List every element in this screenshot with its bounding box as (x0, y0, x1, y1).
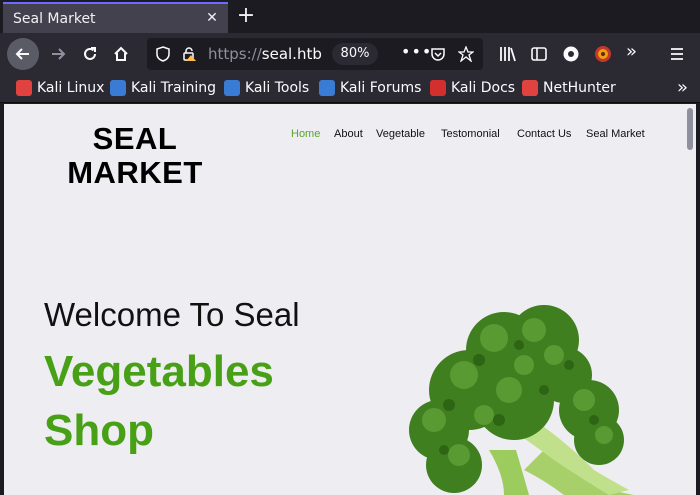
insecure-lock-icon[interactable] (181, 46, 197, 62)
kali-forums-icon (319, 80, 335, 96)
nav-about[interactable]: About (334, 128, 363, 140)
hero-title-line-2: Shop (44, 406, 154, 455)
bookmark-star-icon[interactable] (458, 46, 474, 62)
bookmark-label: Kali Forums (340, 80, 422, 96)
bookmark-kali-docs[interactable]: Kali Docs (430, 80, 515, 96)
hero-title-line-1: Vegetables (44, 347, 274, 396)
extension-icon[interactable] (594, 45, 612, 63)
bookmark-kali-forums[interactable]: Kali Forums (319, 80, 421, 96)
bookmark-label: Kali Tools (245, 80, 310, 96)
web-page: SEAL MARKET Home About Vegetable Testomo… (4, 104, 685, 495)
kali-docs-icon (430, 80, 446, 96)
forward-button[interactable] (42, 38, 74, 70)
bookmark-nethunter[interactable]: NetHunter (522, 80, 616, 96)
home-button[interactable] (105, 38, 137, 70)
bookmark-label: NetHunter (543, 80, 616, 96)
bookmark-label: Kali Docs (451, 80, 516, 96)
back-arrow-icon (15, 48, 29, 60)
reload-icon (84, 47, 96, 60)
broccoli-image (409, 305, 634, 495)
pocket-icon[interactable] (430, 46, 446, 62)
bookmarks-toolbar: Kali Linux Kali Training Kali Tools Kali… (0, 75, 700, 103)
bookmark-kali-training[interactable]: Kali Training (110, 80, 216, 96)
scrollbar-thumb[interactable] (687, 108, 693, 150)
navigation-toolbar: https://seal.htb 80% ••• » (0, 33, 700, 75)
logo-line-1: SEAL (92, 121, 178, 156)
url-text: https://seal.htb (208, 45, 322, 63)
reload-button[interactable] (74, 38, 106, 70)
account-icon[interactable] (562, 45, 580, 63)
nav-vegetable[interactable]: Vegetable (376, 128, 425, 140)
tab-title: Seal Market (13, 10, 96, 27)
shield-icon[interactable] (155, 46, 171, 62)
welcome-heading: Welcome To Seal (44, 296, 300, 333)
bookmark-label: Kali Training (131, 80, 216, 96)
menu-icon[interactable] (668, 45, 686, 63)
kali-dragon-icon (16, 80, 32, 96)
kali-tools-icon (224, 80, 240, 96)
logo-line-2: MARKET (67, 155, 203, 190)
forward-arrow-icon (52, 48, 66, 60)
bookmark-kali-tools[interactable]: Kali Tools (224, 80, 309, 96)
nav-seal-market[interactable]: Seal Market (586, 128, 645, 140)
browser-window: Seal Market ✕ + https://seal.htb 80% ••• (0, 0, 700, 495)
new-tab-icon[interactable]: + (234, 4, 258, 28)
page-actions-icon[interactable]: ••• (401, 42, 432, 61)
nav-testimonial[interactable]: Testomonial (441, 128, 500, 140)
sidebar-icon[interactable] (530, 45, 548, 63)
overflow-chevron-icon[interactable]: » (626, 41, 644, 62)
bookmarks-overflow-icon[interactable]: » (677, 77, 688, 98)
kali-training-icon (110, 80, 126, 96)
nav-contact-us[interactable]: Contact Us (517, 128, 571, 140)
home-icon (114, 46, 128, 61)
bookmark-label: Kali Linux (37, 80, 105, 96)
nethunter-icon (522, 80, 538, 96)
back-button[interactable] (7, 38, 39, 70)
window-frame-right (696, 104, 700, 495)
close-tab-icon[interactable]: ✕ (204, 10, 220, 26)
nav-home[interactable]: Home (291, 128, 320, 140)
site-logo[interactable]: SEAL MARKET (64, 122, 206, 190)
address-bar[interactable]: https://seal.htb 80% ••• (147, 38, 483, 70)
active-tab[interactable]: Seal Market ✕ (3, 2, 228, 33)
library-icon[interactable] (499, 45, 517, 63)
bookmark-kali-linux[interactable]: Kali Linux (16, 80, 104, 96)
tab-bar: Seal Market ✕ + (0, 0, 700, 33)
page-scrollbar[interactable] (685, 104, 696, 495)
zoom-level-badge[interactable]: 80% (332, 43, 378, 65)
